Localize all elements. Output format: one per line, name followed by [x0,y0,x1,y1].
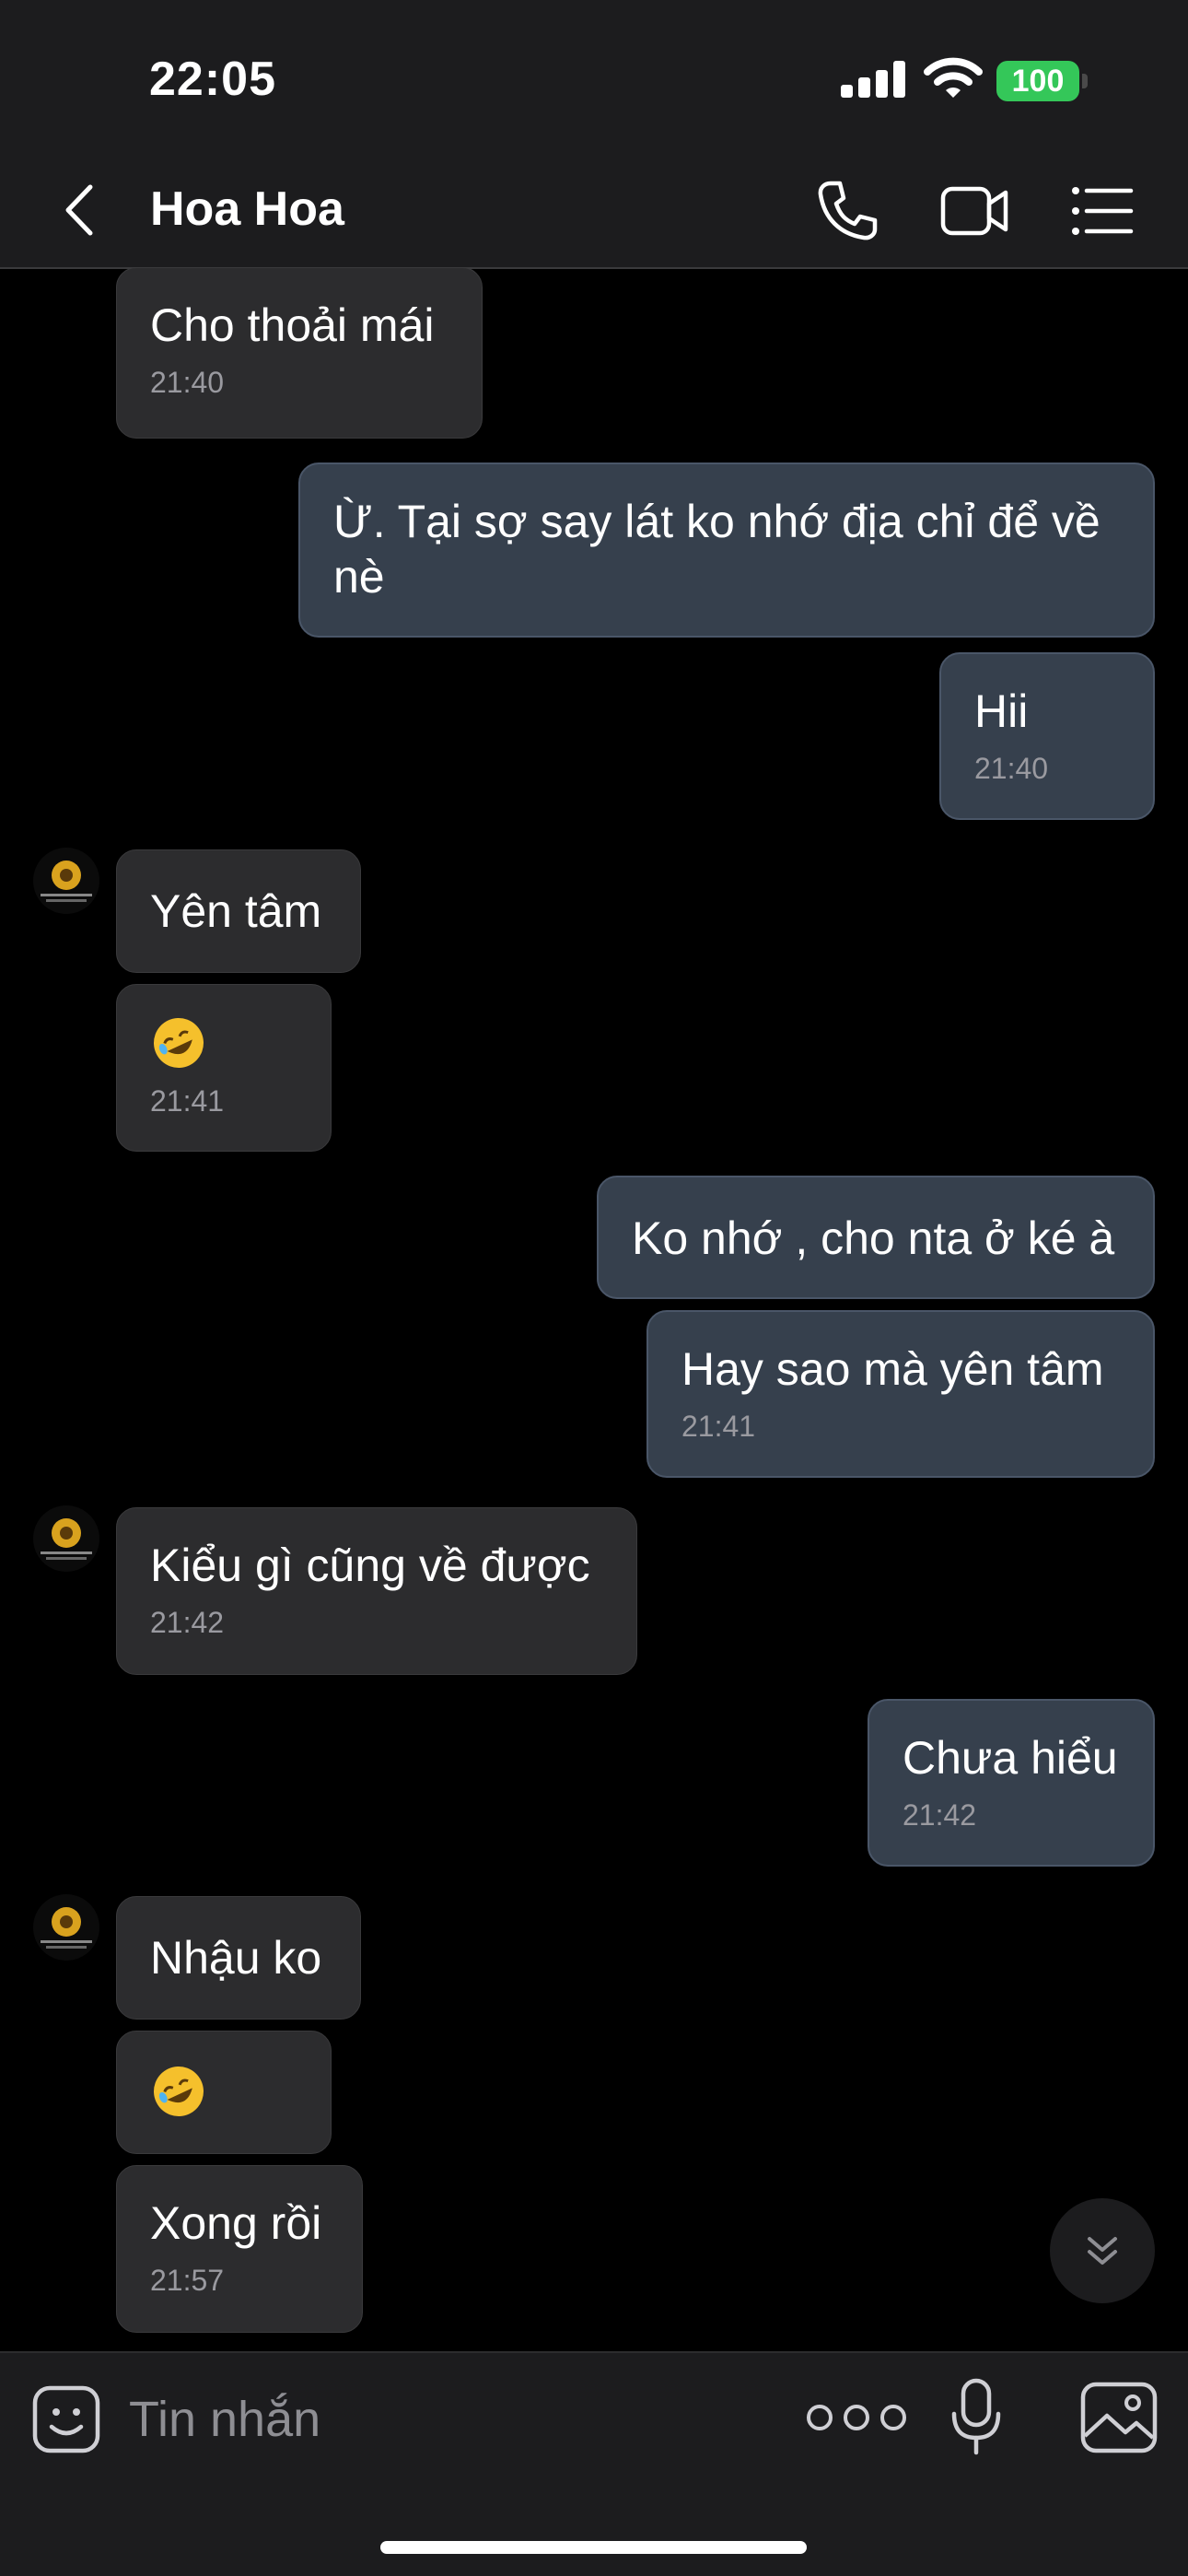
contact-avatar[interactable] [33,848,99,914]
message-text: Xong rồi [150,2197,322,2249]
message-time: 21:42 [150,1606,225,1639]
battery-icon: 100 [996,61,1079,101]
message-time: 21:57 [150,2264,225,2297]
message-text: Cho thoải mái [150,299,435,351]
more-options-icon[interactable] [799,2399,928,2436]
incoming-message[interactable]: Yên tâm [116,849,361,973]
home-indicator[interactable] [380,2541,807,2554]
wifi-icon [924,57,983,98]
contact-name[interactable]: Hoa Hoa [150,181,344,237]
message-time: 21:40 [150,366,225,399]
incoming-emoji-message[interactable]: 21:41 [116,984,332,1152]
message-time: 21:40 [974,752,1049,785]
double-chevron-down-icon [1088,2237,1117,2265]
outgoing-message[interactable]: Hii 21:40 [939,652,1155,820]
message-time: 21:42 [903,1798,977,1832]
message-time: 21:41 [681,1410,756,1443]
message-text: Hii [974,685,1029,737]
outgoing-message[interactable]: Ko nhớ , cho nta ở ké à [597,1176,1155,1299]
incoming-emoji-message[interactable] [116,2031,332,2154]
message-input[interactable] [129,2383,774,2456]
message-time: 21:41 [150,1084,225,1118]
outgoing-message[interactable]: Ừ. Tại sợ say lát ko nhớ địa chỉ để về n… [298,463,1155,638]
status-time: 22:05 [149,53,276,106]
rolling-on-floor-laughing-icon [154,2067,204,2116]
rolling-on-floor-laughing-icon [154,1018,204,1068]
contact-avatar[interactable] [33,1894,99,1961]
incoming-message[interactable]: Nhậu ko [116,1896,361,2020]
battery-cap [1082,74,1088,88]
microphone-icon[interactable] [949,2377,1004,2456]
back-button[interactable] [55,178,111,242]
message-text: Ko nhớ , cho nta ở ké à [632,1212,1115,1264]
chat-screen: 22:05 100 Hoa Hoa Cho thoải mái 21:40 Ừ.… [0,0,1188,2576]
message-text: Hay sao mà yên tâm [681,1343,1104,1395]
message-text: Nhậu ko [150,1932,322,1984]
incoming-message[interactable]: Xong rồi 21:57 [116,2165,363,2333]
message-text: Ừ. Tại sợ say lát ko nhớ địa chỉ để về n… [333,496,1101,603]
signal-icon [841,61,905,98]
message-text: Kiểu gì cũng về được [150,1540,590,1591]
image-gallery-icon[interactable] [1079,2381,1159,2454]
phone-call-icon[interactable] [812,176,882,246]
video-call-icon[interactable] [939,176,1009,246]
list-menu-icon[interactable] [1068,176,1138,246]
outgoing-message[interactable]: Hay sao mà yên tâm 21:41 [646,1310,1155,1478]
incoming-message[interactable]: Cho thoải mái 21:40 [116,267,483,439]
emoji-sticker-icon[interactable] [31,2384,101,2454]
message-text: Chưa hiểu [903,1732,1118,1784]
contact-avatar[interactable] [33,1505,99,1572]
message-text: Yên tâm [150,885,322,937]
scroll-to-bottom-button[interactable] [1050,2198,1155,2303]
status-bar: 22:05 100 [0,0,1188,152]
outgoing-message[interactable]: Chưa hiểu 21:42 [868,1699,1155,1867]
incoming-message[interactable]: Kiểu gì cũng về được 21:42 [116,1507,637,1675]
chat-header: Hoa Hoa [0,152,1188,269]
